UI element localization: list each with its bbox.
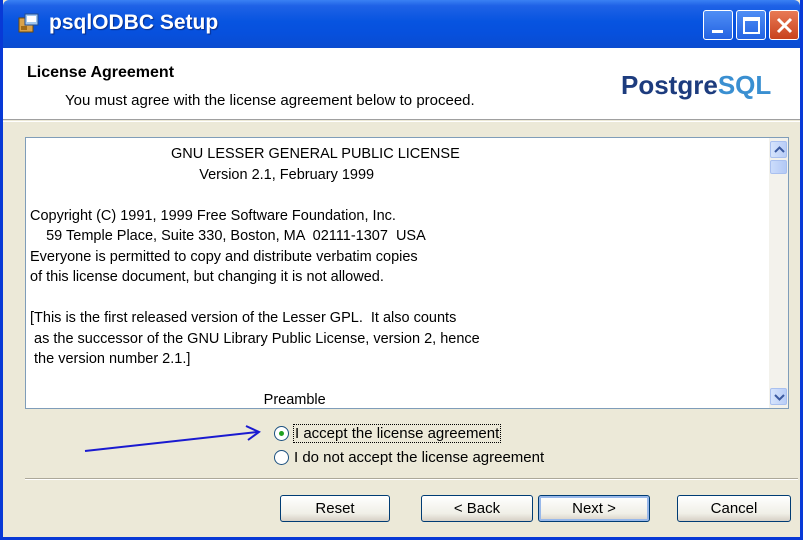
cancel-button[interactable]: Cancel bbox=[677, 495, 791, 522]
license-text: GNU LESSER GENERAL PUBLIC LICENSE Versio… bbox=[30, 146, 480, 408]
page-title: License Agreement bbox=[27, 64, 175, 81]
minimize-icon bbox=[712, 30, 723, 33]
window-title: psqlODBC Setup bbox=[49, 11, 219, 34]
accept-radio-label[interactable]: I accept the license agreement bbox=[292, 424, 502, 443]
chevron-down-icon bbox=[774, 394, 785, 401]
footer-divider bbox=[25, 478, 798, 480]
header-divider bbox=[3, 121, 800, 122]
chevron-up-icon bbox=[774, 146, 785, 153]
setup-app-icon bbox=[18, 13, 39, 33]
annotation-arrow-icon bbox=[84, 425, 261, 452]
decline-radio-label[interactable]: I do not accept the license agreement bbox=[294, 449, 544, 466]
postgresql-logo: PostgreSQL bbox=[621, 70, 772, 100]
setup-window: psqlODBC Setup License Agreement You mus… bbox=[0, 0, 803, 540]
radio-selected-icon[interactable] bbox=[274, 426, 289, 441]
minimize-button[interactable] bbox=[703, 10, 733, 40]
scroll-down-button[interactable] bbox=[770, 388, 787, 405]
title-bar[interactable]: psqlODBC Setup bbox=[3, 0, 800, 48]
close-icon bbox=[776, 17, 793, 34]
page-subtitle: You must agree with the license agreemen… bbox=[65, 92, 475, 109]
reset-button[interactable]: Reset bbox=[280, 495, 390, 522]
back-button[interactable]: < Back bbox=[421, 495, 533, 522]
next-button[interactable]: Next > bbox=[538, 495, 650, 522]
vertical-scrollbar[interactable] bbox=[769, 138, 788, 408]
close-button[interactable] bbox=[769, 10, 799, 40]
maximize-icon bbox=[743, 17, 760, 34]
maximize-button[interactable] bbox=[736, 10, 766, 40]
radio-unselected-icon[interactable] bbox=[274, 450, 289, 465]
scroll-up-button[interactable] bbox=[770, 141, 787, 158]
wizard-header: License Agreement You must agree with th… bbox=[3, 48, 800, 120]
scroll-thumb[interactable] bbox=[770, 160, 787, 174]
license-text-box[interactable]: GNU LESSER GENERAL PUBLIC LICENSE Versio… bbox=[25, 137, 789, 409]
